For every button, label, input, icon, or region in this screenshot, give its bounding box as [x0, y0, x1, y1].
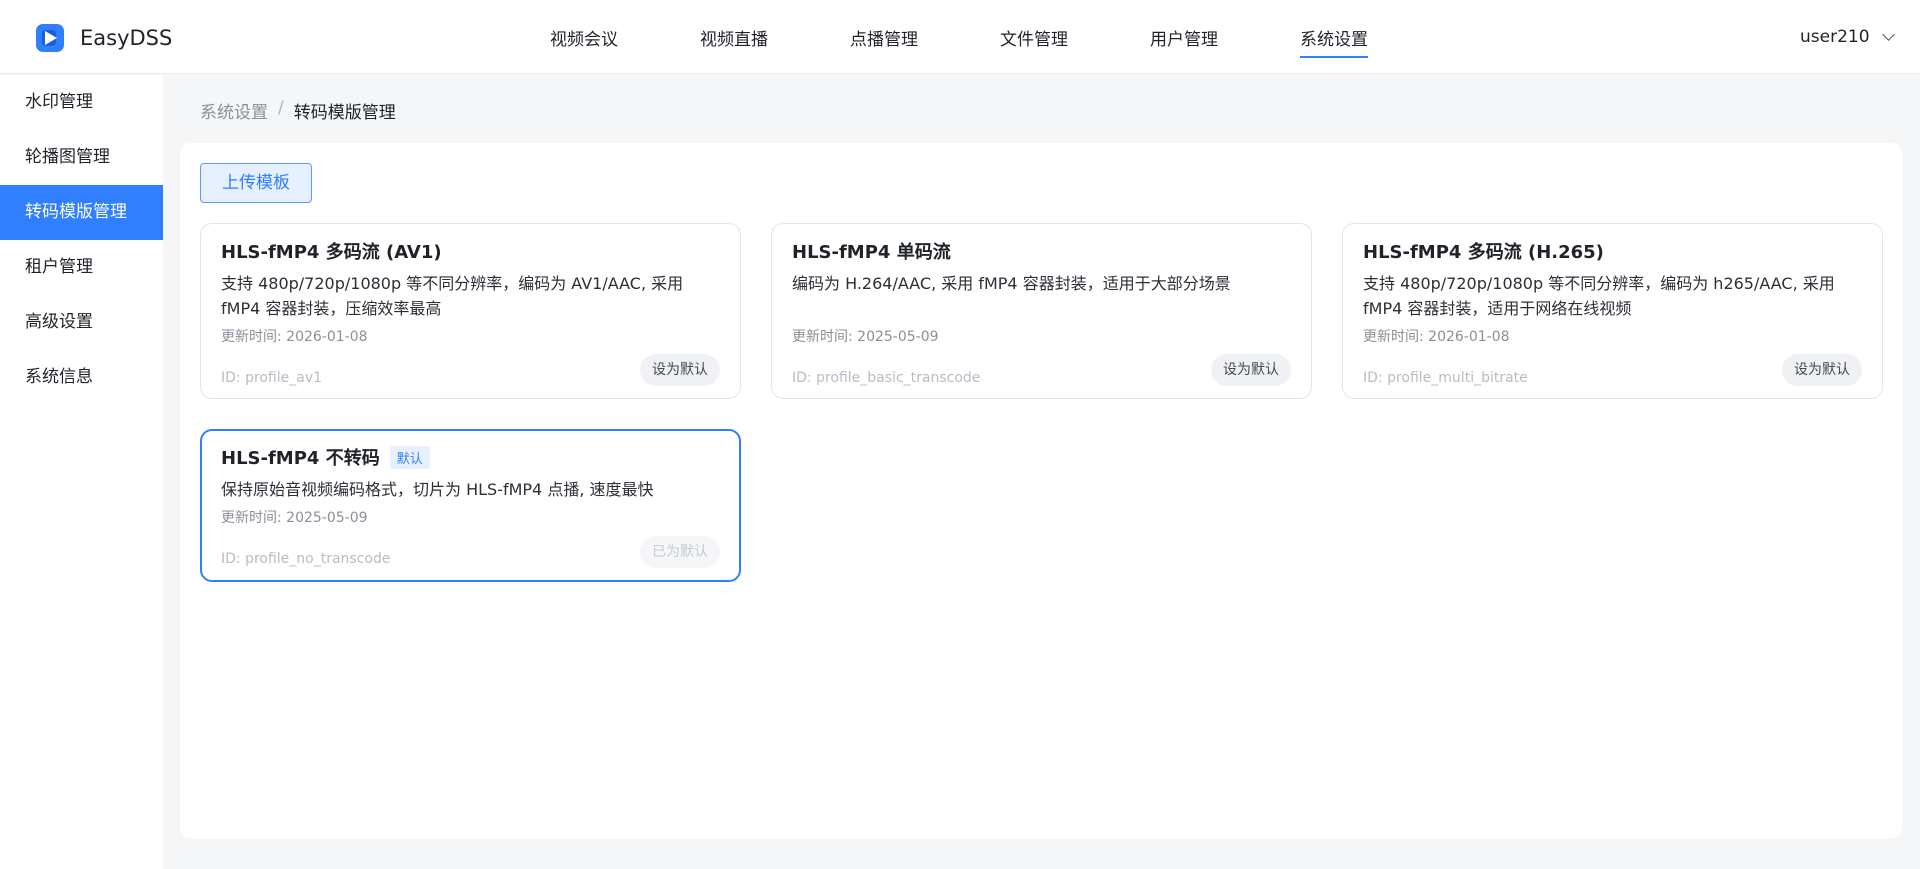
sidebar: 水印管理 轮播图管理 转码模版管理 租户管理 高级设置 系统信息 — [0, 75, 163, 869]
template-card[interactable]: HLS-fMP4 多码流 (H.265) 支持 480p/720p/1080p … — [1342, 223, 1883, 399]
user-menu[interactable]: user210 — [1800, 27, 1895, 47]
already-default-button: 已为默认 — [640, 536, 720, 568]
set-default-button[interactable]: 设为默认 — [1211, 354, 1291, 386]
template-card-default[interactable]: HLS-fMP4 不转码 默认 保持原始音视频编码格式，切片为 HLS-fMP4… — [200, 429, 741, 582]
template-panel: 上传模板 HLS-fMP4 多码流 (AV1) 支持 480p/720p/108… — [180, 143, 1902, 838]
sidebar-item-transcode-templates[interactable]: 转码模版管理 — [0, 185, 163, 240]
card-updated-time: 更新时间: 2025-05-09 — [221, 510, 368, 526]
card-updated-time: 更新时间: 2026-01-08 — [221, 329, 368, 345]
card-updated-time: 更新时间: 2026-01-08 — [1363, 329, 1510, 345]
card-id: ID: profile_av1 — [221, 370, 323, 386]
username: user210 — [1800, 27, 1870, 47]
upload-template-button[interactable]: 上传模板 — [200, 163, 312, 203]
breadcrumb-parent[interactable]: 系统设置 — [200, 98, 268, 123]
app-logo[interactable]: EasyDSS — [36, 24, 172, 52]
nav-item-live-streaming[interactable]: 视频直播 — [700, 0, 850, 74]
breadcrumb-current: 转码模版管理 — [293, 103, 396, 123]
card-description: 支持 480p/720p/1080p 等不同分辨率，编码为 AV1/AAC, 采… — [221, 274, 684, 318]
card-title: HLS-fMP4 不转码 默认 — [221, 444, 430, 470]
card-id: ID: profile_basic_transcode — [792, 370, 981, 386]
card-description: 保持原始音视频编码格式，切片为 HLS-fMP4 点播, 速度最快 — [221, 480, 654, 499]
top-header: EasyDSS 视频会议 视频直播 点播管理 文件管理 用户管理 系统设置 us… — [0, 0, 1920, 74]
card-title-text: HLS-fMP4 不转码 — [221, 448, 380, 469]
logo-icon — [36, 24, 64, 52]
card-title-text: HLS-fMP4 单码流 — [792, 242, 951, 263]
card-id: ID: profile_no_transcode — [221, 551, 391, 567]
card-description: 编码为 H.264/AAC, 采用 fMP4 容器封装，适用于大部分场景 — [792, 274, 1231, 293]
template-card[interactable]: HLS-fMP4 多码流 (AV1) 支持 480p/720p/1080p 等不… — [200, 223, 741, 399]
sidebar-item-system-info[interactable]: 系统信息 — [0, 350, 163, 405]
nav-item-user-management[interactable]: 用户管理 — [1150, 0, 1300, 74]
template-card[interactable]: HLS-fMP4 单码流 编码为 H.264/AAC, 采用 fMP4 容器封装… — [771, 223, 1312, 399]
nav-item-vod-management[interactable]: 点播管理 — [850, 0, 1000, 74]
sidebar-item-tenants[interactable]: 租户管理 — [0, 240, 163, 295]
set-default-button[interactable]: 设为默认 — [640, 354, 720, 386]
nav-item-video-conference[interactable]: 视频会议 — [550, 0, 700, 74]
nav-item-file-management[interactable]: 文件管理 — [1000, 0, 1150, 74]
card-title: HLS-fMP4 单码流 — [792, 238, 951, 264]
card-updated-time: 更新时间: 2025-05-09 — [792, 329, 939, 345]
breadcrumb-separator: / — [278, 98, 284, 118]
app-name: EasyDSS — [80, 26, 173, 50]
main-nav: 视频会议 视频直播 点播管理 文件管理 用户管理 系统设置 — [550, 0, 1450, 74]
default-badge: 默认 — [389, 445, 430, 469]
card-id: ID: profile_multi_bitrate — [1363, 370, 1528, 386]
card-title-text: HLS-fMP4 多码流 (AV1) — [221, 242, 442, 263]
card-title: HLS-fMP4 多码流 (H.265) — [1363, 238, 1604, 264]
sidebar-item-advanced[interactable]: 高级设置 — [0, 295, 163, 350]
nav-item-system-settings[interactable]: 系统设置 — [1300, 0, 1450, 74]
breadcrumb: 系统设置 / 转码模版管理 — [200, 98, 396, 123]
sidebar-item-carousel[interactable]: 轮播图管理 — [0, 130, 163, 185]
set-default-button[interactable]: 设为默认 — [1782, 354, 1862, 386]
sidebar-item-watermark[interactable]: 水印管理 — [0, 75, 163, 130]
card-description: 支持 480p/720p/1080p 等不同分辨率，编码为 h265/AAC, … — [1363, 274, 1835, 318]
card-title: HLS-fMP4 多码流 (AV1) — [221, 238, 442, 264]
chevron-down-icon — [1881, 27, 1895, 41]
card-title-text: HLS-fMP4 多码流 (H.265) — [1363, 242, 1604, 263]
